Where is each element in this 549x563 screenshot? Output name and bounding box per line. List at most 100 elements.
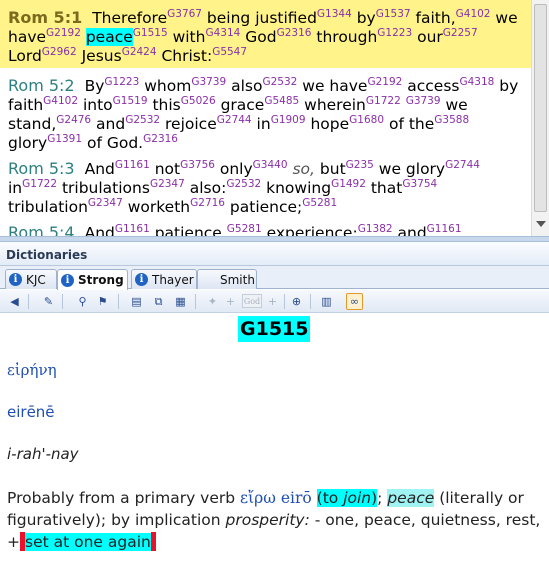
verse-word[interactable]: peace — [85, 28, 133, 46]
verse-word[interactable]: access — [407, 77, 459, 95]
tab-thayer[interactable]: i Thayer — [131, 269, 197, 289]
verse-word[interactable]: And — [85, 160, 115, 178]
verse-word[interactable]: not — [155, 160, 180, 178]
verse-word[interactable]: Lord — [8, 47, 42, 65]
verse-reference[interactable]: Rom 5:1 — [8, 8, 82, 27]
puzzle-icon[interactable]: ✦ — [204, 293, 221, 310]
bible-scrollbar[interactable] — [531, 0, 549, 236]
document-icon[interactable]: ▤ — [128, 293, 145, 310]
strongs-number[interactable]: G2316 — [277, 27, 312, 39]
back-arrow-icon[interactable]: ◀ — [6, 293, 23, 310]
verse-word[interactable]: being justified — [207, 9, 317, 27]
tab-smith[interactable]: Smith — [197, 269, 257, 289]
verse-word[interactable]: glory — [8, 134, 47, 152]
verse-word[interactable]: and — [398, 224, 427, 236]
verse-word[interactable]: only — [220, 160, 253, 178]
strongs-number[interactable]: G4318 — [459, 76, 494, 88]
verse-word[interactable]: but — [320, 160, 346, 178]
verse-word[interactable]: worketh — [128, 198, 190, 216]
verse-word[interactable]: tribulation — [8, 198, 88, 216]
strongs-number[interactable]: G1382 — [358, 223, 393, 235]
verse-word[interactable]: By — [85, 77, 105, 95]
verse-word[interactable]: so, — [292, 160, 315, 178]
strongs-number[interactable]: G2744 — [445, 159, 480, 171]
strongs-number[interactable]: G5547 — [212, 46, 247, 58]
strongs-number[interactable]: G2716 — [190, 197, 225, 209]
strongs-number[interactable]: G2316 — [143, 133, 178, 145]
strongs-number[interactable]: G2962 — [42, 46, 77, 58]
verse-word[interactable]: patience; — [230, 198, 302, 216]
strongs-number[interactable]: G1722 — [366, 95, 401, 107]
verse-word[interactable]: in — [8, 179, 22, 197]
strongs-number[interactable]: G4102 — [43, 95, 78, 107]
scroll-down-arrow-icon[interactable] — [536, 221, 546, 227]
verse-word[interactable]: whom — [144, 77, 191, 95]
verse-word[interactable]: And — [85, 224, 115, 236]
strongs-number[interactable]: G1223 — [104, 76, 139, 88]
strongs-number[interactable]: G1161 — [115, 223, 150, 235]
verse-word[interactable]: faith, — [416, 9, 456, 27]
verse-reference[interactable]: Rom 5:4 — [8, 223, 75, 236]
verse-word[interactable]: of God. — [87, 134, 143, 152]
strongs-number[interactable]: G3739 — [406, 95, 441, 107]
add-icon[interactable]: + — [264, 293, 281, 310]
tab-strong[interactable]: i Strong — [57, 269, 128, 290]
strongs-number[interactable]: G2532 — [262, 76, 297, 88]
strongs-number[interactable]: G2257 — [443, 27, 478, 39]
verse-word[interactable]: into — [83, 96, 113, 114]
verse-word[interactable]: wherein — [304, 96, 366, 114]
strongs-number[interactable]: G2192 — [46, 27, 81, 39]
strongs-number[interactable]: G1519 — [113, 95, 148, 107]
strongs-number[interactable]: G1909 — [271, 114, 306, 126]
god-icon[interactable]: God — [242, 294, 262, 308]
strongs-number[interactable]: G3739 — [191, 76, 226, 88]
strongs-number[interactable]: G1223 — [377, 27, 412, 39]
strongs-number[interactable]: G1391 — [47, 133, 82, 145]
verse-word[interactable]: Therefore — [92, 9, 167, 27]
scrollbar-thumb[interactable] — [534, 4, 547, 212]
verse-word[interactable]: tribulations — [62, 179, 150, 197]
verse-word[interactable]: our — [417, 28, 443, 46]
strongs-number[interactable]: G2347 — [88, 197, 123, 209]
link-icon[interactable]: ∞ — [346, 293, 363, 310]
find-next-icon[interactable]: ⚑ — [94, 293, 111, 310]
verse-word[interactable]: Jesus — [82, 47, 122, 65]
verse-word[interactable]: experience; — [267, 224, 358, 236]
verse-word[interactable]: patience, — [155, 224, 227, 236]
paste-icon[interactable]: ▦ — [172, 293, 189, 310]
tab-kjc[interactable]: i KJC — [5, 269, 57, 289]
verse-word[interactable]: we glory — [379, 160, 445, 178]
bible-text-pane[interactable]: Rom 5:1 ThereforeG3767 being justified G13… — [0, 0, 531, 236]
strongs-number[interactable]: G5281 — [227, 223, 262, 235]
strongs-number[interactable]: G3440 — [253, 159, 288, 171]
strongs-number[interactable]: G2192 — [367, 76, 402, 88]
def-greek-root[interactable]: εἴρω eirō — [240, 489, 312, 507]
verse-word[interactable]: and — [96, 115, 125, 133]
strongs-number[interactable]: G2476 — [56, 114, 91, 126]
strongs-number[interactable]: G2744 — [217, 114, 252, 126]
strongs-number[interactable]: G2532 — [226, 178, 261, 190]
edit-icon[interactable]: ✎ — [40, 293, 57, 310]
verse-reference[interactable]: Rom 5:2 — [8, 76, 75, 95]
verse-word[interactable]: knowing — [266, 179, 331, 197]
strongs-number[interactable]: G5281 — [302, 197, 337, 209]
book-icon[interactable]: ▥ — [318, 293, 335, 310]
strongs-number[interactable]: G1722 — [22, 178, 57, 190]
verse-word[interactable]: through — [316, 28, 377, 46]
strongs-number[interactable]: G1537 — [376, 8, 411, 20]
strongs-number[interactable]: G3588 — [434, 114, 469, 126]
strongs-number[interactable]: G3754 — [402, 178, 437, 190]
strongs-number[interactable]: G1161 — [427, 223, 462, 235]
verse-word[interactable]: this — [152, 96, 180, 114]
verse-word[interactable]: that — [371, 179, 402, 197]
verse-word[interactable]: rejoice — [165, 115, 217, 133]
verse-word[interactable]: in — [257, 115, 271, 133]
verse-word[interactable]: of the — [389, 115, 434, 133]
strongs-number[interactable]: G5026 — [181, 95, 216, 107]
verse-reference[interactable]: Rom 5:3 — [8, 159, 75, 178]
strongs-number[interactable]: G3767 — [167, 8, 202, 20]
copy-icon[interactable]: ⧉ — [150, 293, 167, 310]
strongs-number[interactable]: G1515 — [133, 27, 168, 39]
verse-word[interactable]: we have — [302, 77, 367, 95]
strongs-number[interactable]: G2424 — [122, 46, 157, 58]
